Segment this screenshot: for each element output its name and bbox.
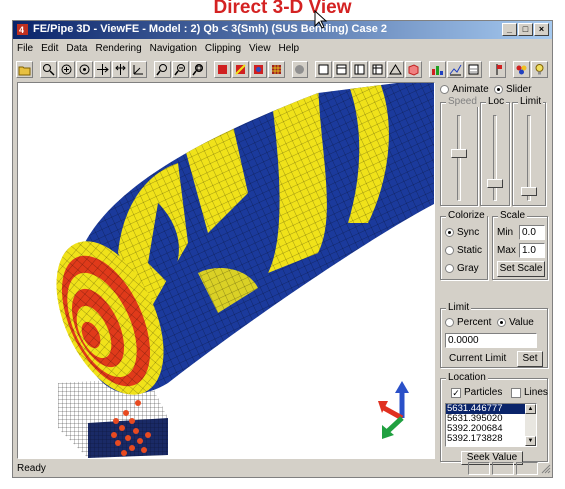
resize-grip-icon[interactable]: [540, 463, 551, 474]
particles-checkbox[interactable]: ✓ Particles: [451, 387, 502, 398]
scale-group: Scale Min 0.0 Max 1.0 Set Scale: [492, 210, 548, 280]
scale-label: Scale: [498, 210, 528, 221]
help-bulb-icon[interactable]: [531, 60, 549, 78]
close-button[interactable]: ×: [534, 23, 549, 36]
control-panel: Animate Slider Speed Loc Limit Colorize …: [438, 82, 550, 465]
current-limit-label: Current Limit: [449, 353, 507, 364]
value-radio[interactable]: Value: [497, 317, 534, 328]
render-wire-icon[interactable]: [267, 60, 285, 78]
triangle-icon[interactable]: [387, 60, 405, 78]
orbit-icon[interactable]: [75, 60, 93, 78]
sync-radio[interactable]: Sync: [445, 227, 479, 238]
tilt-icon[interactable]: [111, 60, 129, 78]
colorize-group: Colorize Sync Static Gray: [440, 210, 488, 280]
loc-slider-thumb[interactable]: [487, 179, 503, 188]
3d-viewport[interactable]: [17, 82, 435, 459]
window-title: FE/Pipe 3D - ViewFE - Model : 2) Qb < 3(…: [33, 23, 387, 35]
line-chart-icon[interactable]: [447, 60, 465, 78]
slider-radio[interactable]: Slider: [494, 84, 532, 95]
location-list[interactable]: 5631.446777 5631.395020 5392.200684 5392…: [445, 403, 537, 447]
status-text: Ready: [17, 463, 46, 474]
limit-group: Limit Percent Value 0.0000 Current Limit…: [440, 302, 548, 368]
speed-group: Speed: [440, 96, 479, 206]
limit-value-field[interactable]: 0.0000: [445, 333, 537, 348]
list-scrollbar[interactable]: ▲ ▼: [525, 404, 536, 446]
scroll-down-icon[interactable]: ▼: [525, 436, 536, 446]
palette-icon[interactable]: [513, 60, 531, 78]
toolbar: [16, 58, 549, 80]
menu-view[interactable]: View: [245, 43, 275, 54]
menu-rendering[interactable]: Rendering: [91, 43, 145, 54]
scroll-up-icon[interactable]: ▲: [525, 404, 536, 414]
speed-slider-thumb[interactable]: [451, 149, 467, 158]
pan-icon[interactable]: [93, 60, 111, 78]
render-mixed-icon[interactable]: [231, 60, 249, 78]
max-field[interactable]: 1.0: [519, 243, 545, 258]
color-cube-icon[interactable]: [405, 60, 423, 78]
zoom-in-icon[interactable]: [153, 60, 171, 78]
sphere-icon[interactable]: [291, 60, 309, 78]
rotate-icon[interactable]: [57, 60, 75, 78]
render-red-icon[interactable]: [213, 60, 231, 78]
maximize-button[interactable]: □: [518, 23, 533, 36]
zoom-out-icon[interactable]: [171, 60, 189, 78]
status-pane: [492, 462, 514, 475]
location-label: Location: [446, 372, 488, 383]
menu-data[interactable]: Data: [62, 43, 91, 54]
status-pane: [516, 462, 538, 475]
view-top-icon[interactable]: [351, 60, 369, 78]
fe-pipe-model: [56, 83, 434, 458]
axis-gizmo-icon: [378, 381, 409, 439]
menu-clipping[interactable]: Clipping: [201, 43, 245, 54]
colorize-label: Colorize: [446, 210, 487, 221]
app-icon: 4: [17, 24, 28, 35]
menu-help[interactable]: Help: [275, 43, 304, 54]
status-pane: [468, 462, 490, 475]
menu-edit[interactable]: Edit: [37, 43, 62, 54]
menu-file[interactable]: File: [13, 43, 37, 54]
menu-bar: File Edit Data Rendering Navigation Clip…: [13, 40, 552, 57]
loc-label: Loc: [486, 96, 507, 107]
view-iso-icon[interactable]: [369, 60, 387, 78]
stack-icon[interactable]: [465, 60, 483, 78]
page-caption: Direct 3-D View: [213, 0, 352, 18]
bar-chart-icon[interactable]: [429, 60, 447, 78]
zoom-fit-icon[interactable]: [189, 60, 207, 78]
percent-radio[interactable]: Percent: [445, 317, 491, 328]
gray-radio[interactable]: Gray: [445, 263, 479, 274]
limit-slider-thumb[interactable]: [521, 187, 537, 196]
title-bar: 4 FE/Pipe 3D - ViewFE - Model : 2) Qb < …: [13, 21, 552, 39]
list-item[interactable]: 5392.173828: [446, 434, 536, 444]
speed-label: Speed: [446, 96, 479, 107]
open-icon[interactable]: [16, 60, 33, 78]
min-label: Min: [497, 227, 514, 238]
view-front-icon[interactable]: [315, 60, 333, 78]
app-window: 4 FE/Pipe 3D - ViewFE - Model : 2) Qb < …: [12, 20, 553, 478]
limit-slider-label: Limit: [518, 96, 544, 107]
status-bar: Ready: [13, 460, 552, 477]
menu-navigation[interactable]: Navigation: [146, 43, 201, 54]
limit-slider-group: Limit: [512, 96, 546, 206]
view-side-icon[interactable]: [333, 60, 351, 78]
min-field[interactable]: 0.0: [519, 225, 545, 240]
zoom-icon[interactable]: [39, 60, 57, 78]
static-radio[interactable]: Static: [445, 245, 482, 256]
limit-label: Limit: [446, 302, 472, 313]
render-shade-icon[interactable]: [249, 60, 267, 78]
mouse-cursor-icon: [314, 10, 328, 29]
svg-text:4: 4: [19, 25, 24, 35]
animate-radio[interactable]: Animate: [440, 84, 489, 95]
flag-icon[interactable]: [489, 60, 507, 78]
set-limit-button[interactable]: Set: [517, 351, 543, 367]
max-label: Max: [497, 245, 516, 256]
axis-icon[interactable]: [129, 60, 147, 78]
location-group: Location ✓ Particles Lines 5631.446777 56…: [440, 372, 548, 465]
lines-checkbox[interactable]: Lines: [511, 387, 548, 398]
set-scale-button[interactable]: Set Scale: [497, 261, 545, 277]
minimize-button[interactable]: _: [502, 23, 517, 36]
loc-group: Loc: [480, 96, 510, 206]
